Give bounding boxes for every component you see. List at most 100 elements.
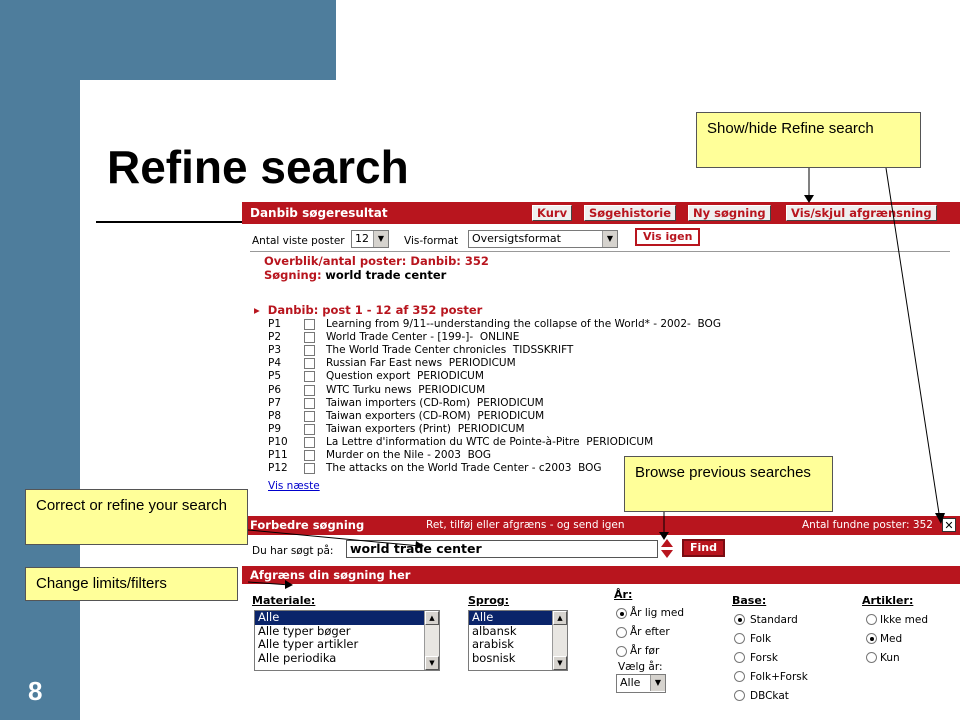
base-option-label: Standard bbox=[750, 614, 798, 626]
scroll-up-icon[interactable]: ▲ bbox=[553, 611, 567, 625]
result-checkbox[interactable] bbox=[304, 397, 315, 409]
materiale-listbox[interactable]: Alle Alle typer bøger Alle typer artikle… bbox=[254, 610, 440, 671]
result-checkbox[interactable] bbox=[304, 450, 315, 461]
list-item[interactable]: Alle typer artikler bbox=[255, 637, 439, 652]
scroll-down-icon[interactable]: ▼ bbox=[425, 656, 439, 670]
vaelg-aar-label: Vælg år: bbox=[618, 661, 663, 673]
result-checkbox[interactable] bbox=[304, 384, 315, 396]
radio-aar-foer[interactable] bbox=[616, 646, 627, 657]
result-title-text: Murder on the Nile - 2003 bbox=[326, 449, 461, 461]
search-input-value: world trade center bbox=[350, 541, 482, 556]
result-title[interactable]: Russian Far East news PERIODICUM bbox=[326, 357, 516, 369]
sprog-listbox[interactable]: Alle albansk arabisk bosnisk ▲ ▼ bbox=[468, 610, 568, 671]
vis-skjul-afgraensning-button[interactable]: Vis/skjul afgrænsning bbox=[786, 205, 937, 221]
materiale-label: Materiale: bbox=[252, 594, 316, 607]
chevron-down-icon: ▼ bbox=[602, 231, 617, 247]
result-type: BOG bbox=[578, 462, 602, 475]
antal-label: Antal viste poster bbox=[252, 235, 345, 247]
result-title[interactable]: Taiwan exporters (Print) PERIODICUM bbox=[326, 423, 525, 435]
searched-label: Du har søgt på: bbox=[252, 545, 334, 557]
radio-base-forsk[interactable] bbox=[734, 652, 745, 663]
slide: Refine search 8 Danbib søgeresultat Kurv… bbox=[0, 0, 960, 720]
result-title[interactable]: The attacks on the World Trade Center - … bbox=[326, 462, 602, 474]
vis-igen-button[interactable]: Vis igen bbox=[635, 228, 701, 246]
soegehistorie-button[interactable]: Søgehistorie bbox=[584, 205, 676, 221]
find-button[interactable]: Find bbox=[682, 539, 725, 557]
result-title[interactable]: Question export PERIODICUM bbox=[326, 370, 484, 382]
overview-search-value: world trade center bbox=[325, 268, 447, 282]
close-icon[interactable]: ✕ bbox=[942, 518, 956, 532]
base-option-label: Folk bbox=[750, 633, 772, 645]
result-checkbox[interactable] bbox=[304, 423, 315, 435]
vis-naeste-link[interactable]: Vis næste bbox=[268, 480, 320, 492]
result-checkbox[interactable] bbox=[304, 463, 315, 475]
radio-aar-lig-med[interactable] bbox=[616, 608, 627, 619]
result-type: PERIODICUM bbox=[448, 357, 516, 370]
search-input[interactable]: world trade center bbox=[346, 540, 658, 558]
radio-base-dbckat[interactable] bbox=[734, 690, 745, 701]
scrollbar[interactable]: ▲ ▼ bbox=[424, 611, 439, 670]
forbedre-title: Forbedre søgning bbox=[250, 518, 365, 532]
result-title[interactable]: Murder on the Nile - 2003 BOG bbox=[326, 449, 491, 461]
result-title[interactable]: WTC Turku news PERIODICUM bbox=[326, 384, 485, 396]
arrow-down-icon[interactable] bbox=[661, 550, 673, 558]
kurv-button[interactable]: Kurv bbox=[532, 205, 573, 221]
vaelg-aar-select[interactable]: Alle ▼ bbox=[616, 674, 666, 693]
result-title-text: Taiwan exporters (Print) bbox=[326, 422, 451, 435]
scroll-up-icon[interactable]: ▲ bbox=[425, 611, 439, 625]
result-title[interactable]: The World Trade Center chronicles TIDSSK… bbox=[326, 344, 573, 356]
radio-artikler-med[interactable] bbox=[866, 633, 877, 644]
radio-artikler-kun[interactable] bbox=[866, 652, 877, 663]
result-title-text: The World Trade Center chronicles bbox=[326, 344, 507, 357]
arrow-right-icon: ▸ bbox=[254, 303, 260, 317]
result-type: PERIODICUM bbox=[586, 435, 654, 448]
result-title[interactable]: Learning from 9/11--understanding the co… bbox=[326, 318, 721, 330]
ny-soegning-button[interactable]: Ny søgning bbox=[688, 205, 771, 221]
afgraens-title: Afgræns din søgning her bbox=[250, 568, 411, 582]
result-title[interactable]: Taiwan exporters (CD-ROM) PERIODICUM bbox=[326, 410, 544, 422]
callout-browse: Browse previous searches bbox=[624, 456, 833, 512]
result-title-text: WTC Turku news bbox=[326, 383, 412, 396]
result-checkbox[interactable] bbox=[304, 319, 315, 330]
result-checkbox[interactable] bbox=[304, 410, 315, 422]
result-title[interactable]: Taiwan importers (CD-Rom) PERIODICUM bbox=[326, 397, 544, 409]
result-id: P12 bbox=[268, 462, 288, 475]
result-id: P9 bbox=[268, 422, 282, 435]
results-header-text: Danbib: post 1 - 12 af 352 poster bbox=[267, 303, 483, 317]
radio-base-standard[interactable] bbox=[734, 614, 745, 625]
overview-search: Søgning: world trade center bbox=[264, 268, 446, 282]
result-title[interactable]: World Trade Center - [199-]- ONLINE bbox=[326, 331, 519, 343]
result-checkbox[interactable] bbox=[304, 332, 315, 344]
result-title[interactable]: La Lettre d'information du WTC de Pointe… bbox=[326, 436, 653, 448]
list-item[interactable]: Alle periodika bbox=[255, 651, 439, 666]
scrollbar[interactable]: ▲ ▼ bbox=[552, 611, 567, 670]
antal-select-value: 12 bbox=[355, 232, 369, 245]
browse-history-arrows[interactable] bbox=[660, 538, 674, 560]
list-item[interactable]: Alle typer bøger bbox=[255, 624, 439, 639]
result-checkbox[interactable] bbox=[304, 436, 315, 448]
list-item[interactable]: Alle bbox=[255, 610, 439, 625]
aar-label: År: bbox=[614, 588, 633, 601]
result-checkbox[interactable] bbox=[304, 371, 315, 383]
radio-aar-efter[interactable] bbox=[616, 627, 627, 638]
result-checkbox[interactable] bbox=[304, 358, 315, 370]
radio-artikler-ikke-med[interactable] bbox=[866, 614, 877, 625]
result-checkbox[interactable] bbox=[304, 345, 315, 357]
visformat-select[interactable]: Oversigtsformat ▼ bbox=[468, 230, 618, 248]
forbedre-hint: Ret, tilføj eller afgræns - og send igen bbox=[426, 519, 625, 531]
result-type: BOG bbox=[697, 318, 721, 330]
radio-base-folk-forsk[interactable] bbox=[734, 671, 745, 682]
antal-select[interactable]: 12 ▼ bbox=[351, 230, 389, 248]
arrow-up-icon[interactable] bbox=[661, 539, 673, 547]
scroll-down-icon[interactable]: ▼ bbox=[553, 656, 567, 670]
radio-base-folk[interactable] bbox=[734, 633, 745, 644]
artikler-label: Artikler: bbox=[862, 594, 914, 607]
result-id: P4 bbox=[268, 357, 282, 370]
divider bbox=[250, 251, 950, 252]
result-type: PERIODICUM bbox=[477, 409, 545, 422]
result-title-text: Taiwan importers (CD-Rom) bbox=[326, 396, 471, 409]
forbedre-count: Antal fundne poster: 352 bbox=[802, 519, 933, 531]
result-title-text: La Lettre d'information du WTC de Pointe… bbox=[326, 435, 580, 448]
result-id: P10 bbox=[268, 435, 288, 448]
afgraens-bar: Afgræns din søgning her bbox=[242, 566, 960, 584]
